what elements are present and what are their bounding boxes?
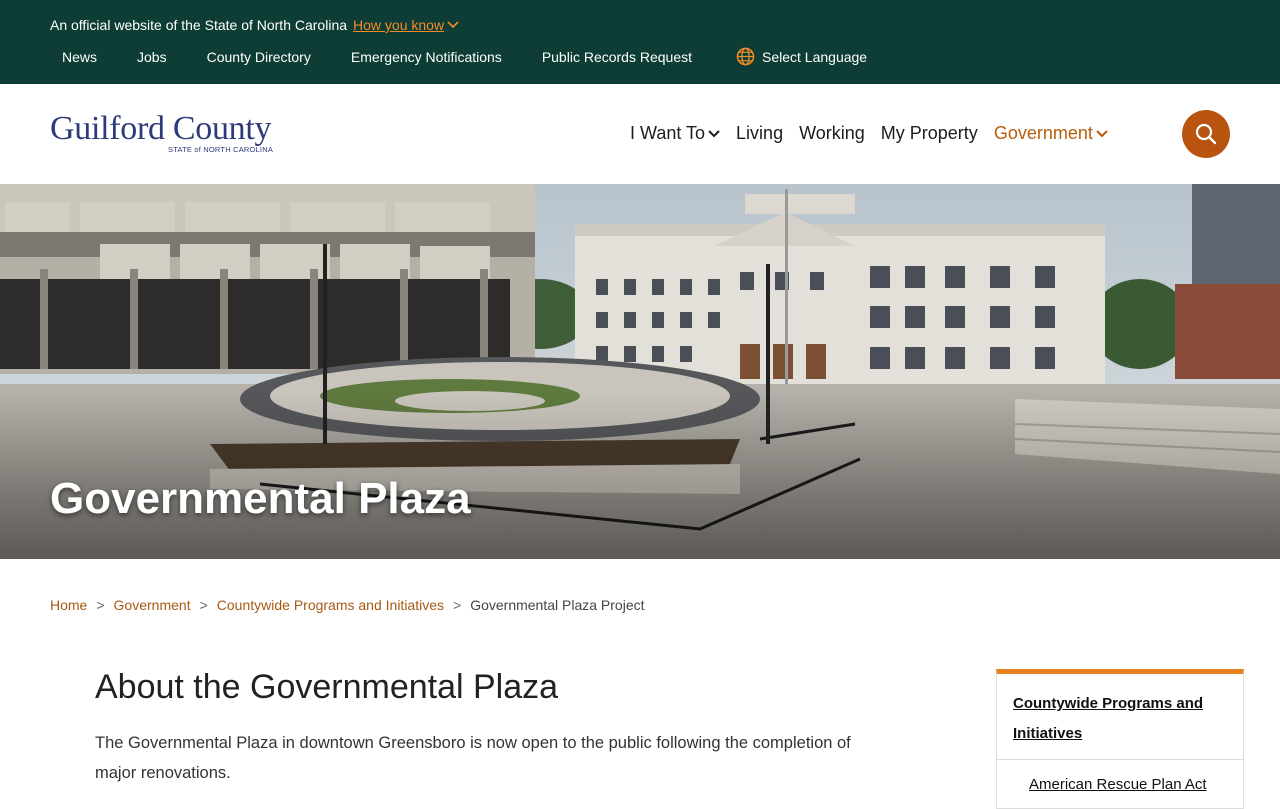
select-language-button[interactable]: Select Language [736, 47, 867, 66]
breadcrumb: Home > Government > Countywide Programs … [50, 597, 645, 613]
main-nav: I Want To Living Working My Property Gov… [630, 123, 1124, 144]
hero-banner: Governmental Plaza [0, 184, 1280, 559]
section-heading: About the Governmental Plaza [95, 668, 559, 706]
breadcrumb-countywide-programs[interactable]: Countywide Programs and Initiatives [217, 597, 444, 613]
chevron-down-icon [1096, 129, 1108, 137]
breadcrumb-separator: > [96, 597, 105, 613]
official-banner: An official website of the State of Nort… [0, 0, 1280, 84]
how-you-know-link[interactable]: How you know [353, 17, 459, 33]
sidebar-item-american-rescue-plan-act[interactable]: American Rescue Plan Act [1029, 776, 1207, 793]
breadcrumb-home[interactable]: Home [50, 597, 87, 613]
topnav-county-directory[interactable]: County Directory [207, 49, 311, 65]
breadcrumb-government[interactable]: Government [114, 597, 191, 613]
chevron-down-icon [447, 21, 459, 29]
nav-my-property[interactable]: My Property [881, 123, 978, 144]
nav-i-want-to-label: I Want To [630, 123, 706, 143]
search-icon [1195, 123, 1217, 145]
sidebar-divider [997, 759, 1243, 760]
how-you-know-label: How you know [353, 17, 445, 33]
official-text: An official website of the State of Nort… [50, 17, 348, 33]
search-button[interactable] [1182, 110, 1230, 158]
select-language-label: Select Language [762, 48, 868, 65]
page-title: Governmental Plaza [50, 474, 471, 523]
intro-paragraph: The Governmental Plaza in downtown Green… [95, 734, 851, 782]
nav-government-label: Government [993, 123, 1093, 143]
logo-subtitle: STATE of NORTH CAROLINA [168, 145, 274, 154]
nav-i-want-to[interactable]: I Want To [630, 123, 720, 144]
topnav-news[interactable]: News [62, 49, 97, 65]
nav-government[interactable]: Government [994, 123, 1108, 144]
utility-nav: News Jobs County Directory Emergency Not… [62, 47, 867, 66]
site-header: Guilford County STATE of NORTH CAROLINA … [0, 84, 1280, 184]
chevron-down-icon [708, 129, 720, 137]
breadcrumb-separator: > [199, 597, 208, 613]
topnav-jobs[interactable]: Jobs [137, 49, 167, 65]
guilford-county-logo[interactable]: Guilford County STATE of NORTH CAROLINA [50, 111, 310, 157]
official-notice: An official website of the State of Nort… [50, 17, 459, 33]
breadcrumb-current: Governmental Plaza Project [470, 597, 645, 613]
topnav-public-records-request[interactable]: Public Records Request [542, 49, 692, 65]
nav-working[interactable]: Working [799, 123, 865, 144]
sidebar-heading-link[interactable]: Countywide Programs and Initiatives [1013, 689, 1223, 749]
breadcrumb-separator: > [453, 597, 462, 613]
globe-icon [736, 47, 755, 66]
sidebar-nav: Countywide Programs and Initiatives Amer… [996, 669, 1244, 809]
logo-name: Guilford County [50, 110, 272, 147]
topnav-emergency-notifications[interactable]: Emergency Notifications [351, 49, 502, 65]
nav-living[interactable]: Living [736, 123, 783, 144]
